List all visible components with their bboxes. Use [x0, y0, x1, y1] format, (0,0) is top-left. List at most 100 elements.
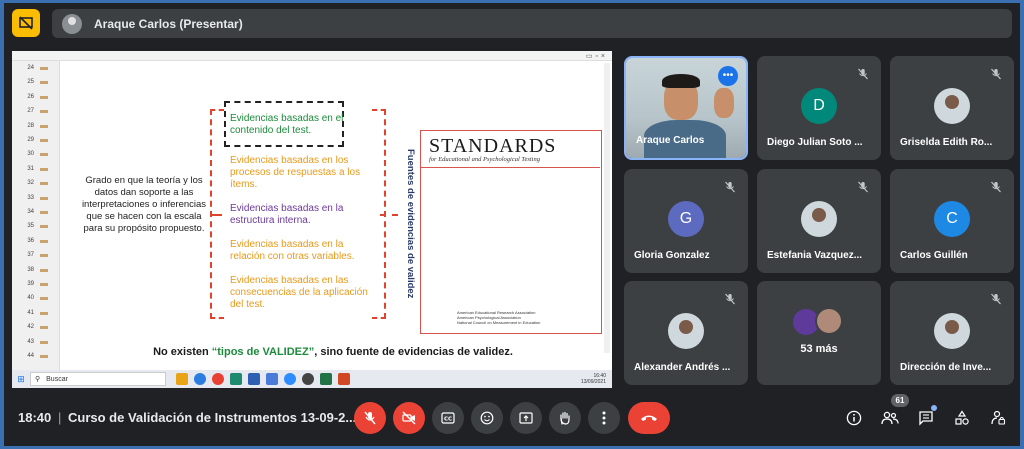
participant-tile[interactable]: G Gloria Gonzalez	[624, 169, 748, 273]
present-off-icon	[19, 16, 33, 30]
host-controls-button[interactable]	[986, 406, 1010, 430]
slide-thumbnail-number[interactable]: 41	[14, 310, 34, 316]
shared-window-titlebar: ▭▫×	[12, 51, 612, 61]
slide-thumbnail[interactable]	[40, 355, 48, 358]
powerpoint-icon[interactable]	[338, 373, 350, 385]
slide-thumbnails: 24 25 26 27 28 29 30 31 32 33 34 35 36 37 38 39 40 41 42 43…	[12, 61, 60, 370]
slide-thumbnail[interactable]	[40, 95, 48, 99]
raise-hand-button[interactable]	[549, 402, 581, 434]
camera-toggle-button[interactable]	[393, 402, 425, 434]
slide-thumbnail-number[interactable]: 30	[14, 151, 34, 157]
slide-thumbnail[interactable]	[40, 67, 48, 70]
meeting-details-button[interactable]	[842, 406, 866, 430]
windows-start-icon[interactable]: ⊞	[12, 370, 30, 388]
slide-thumbnail[interactable]	[40, 110, 48, 114]
tile-more-options-icon[interactable]: •••	[718, 66, 738, 86]
participant-tile[interactable]: Dirección de Inve...	[890, 281, 1014, 385]
taskbar-search[interactable]: ⚲ Buscar	[30, 372, 166, 386]
slide-thumbnail-number[interactable]: 35	[14, 223, 34, 229]
file-explorer-icon[interactable]	[176, 373, 188, 385]
avatar-initial: C	[934, 201, 970, 237]
presenter-avatar	[62, 13, 82, 34]
zoom-icon[interactable]	[284, 373, 296, 385]
present-button[interactable]	[510, 402, 542, 434]
more-avatars	[793, 307, 847, 335]
slide-thumbnail-number[interactable]: 36	[14, 238, 34, 244]
mic-toggle-button[interactable]	[354, 402, 386, 434]
evidence-item: Evidencias basadas en la relación con ot…	[230, 239, 355, 262]
slide-thumbnail-number[interactable]: 40	[14, 295, 34, 301]
captions-button[interactable]: CC	[432, 402, 464, 434]
slide-thumbnail[interactable]	[40, 139, 48, 142]
more-participants-tile[interactable]: 53 más	[757, 281, 881, 385]
more-options-button[interactable]	[588, 402, 620, 434]
slide-thumbnail-number[interactable]: 31	[14, 166, 34, 172]
app-icon[interactable]	[266, 373, 278, 385]
slide-thumbnail[interactable]	[40, 124, 48, 128]
slide-thumbnail[interactable]	[40, 153, 48, 157]
slide-scrollbar[interactable]	[604, 63, 610, 353]
slide-thumbnail-number[interactable]: 39	[14, 281, 34, 287]
conclusion-suffix: , sino fuente de evidencias de validez.	[314, 346, 513, 358]
slide-thumbnail[interactable]	[40, 268, 48, 272]
mic-off-icon	[722, 291, 738, 307]
chrome-icon[interactable]	[212, 373, 224, 385]
slide-thumbnail[interactable]	[40, 297, 48, 301]
slide-thumbnail-number[interactable]: 25	[14, 79, 34, 85]
slide-thumbnail-number[interactable]: 42	[14, 324, 34, 330]
slide-thumbnail[interactable]	[40, 182, 48, 186]
window-border-top	[0, 0, 1024, 3]
stop-presenting-button[interactable]	[12, 9, 40, 37]
slide-thumbnail[interactable]	[40, 283, 48, 286]
slide-thumbnail[interactable]	[40, 340, 48, 344]
slide-thumbnail-number[interactable]: 43	[14, 339, 34, 345]
slide-thumbnail[interactable]	[40, 167, 48, 171]
app-icon[interactable]	[302, 373, 314, 385]
avatar	[934, 88, 970, 124]
reactions-button[interactable]	[471, 402, 503, 434]
mic-off-icon	[988, 291, 1004, 307]
participant-tile[interactable]: Alexander Andrés ...	[624, 281, 748, 385]
participant-tile[interactable]: D Diego Julian Soto ...	[757, 56, 881, 160]
edge-icon[interactable]	[194, 373, 206, 385]
slide-thumbnail[interactable]	[40, 254, 48, 258]
app-icon[interactable]	[230, 373, 242, 385]
slide-thumbnail-number[interactable]: 37	[14, 252, 34, 258]
excel-icon[interactable]	[320, 373, 332, 385]
participant-name: Griselda Edith Ro...	[900, 137, 993, 148]
mic-off-icon	[855, 179, 871, 195]
slide-thumbnail[interactable]	[40, 81, 48, 85]
participant-tile[interactable]: Griselda Edith Ro...	[890, 56, 1014, 160]
captions-icon: CC	[441, 412, 455, 424]
slide-thumbnail[interactable]	[40, 211, 48, 214]
slide-thumbnail[interactable]	[40, 326, 48, 330]
slide-thumbnail-number[interactable]: 29	[14, 137, 34, 143]
avatar	[815, 307, 843, 335]
word-icon[interactable]	[248, 373, 260, 385]
slide-thumbnail-number[interactable]: 38	[14, 267, 34, 273]
more-vert-icon	[602, 411, 606, 425]
participant-tile[interactable]: ••• Araque Carlos	[624, 56, 748, 160]
hangup-icon	[641, 415, 657, 421]
slide-thumbnail-number[interactable]: 28	[14, 123, 34, 129]
slide-thumbnail[interactable]	[40, 311, 48, 315]
emoji-icon	[480, 411, 494, 425]
meeting-title: Curso de Validación de Instrumentos 13-0…	[68, 410, 357, 425]
taskbar-apps	[176, 373, 350, 385]
participant-tile[interactable]: Estefania Vazquez...	[757, 169, 881, 273]
slide-thumbnail-number[interactable]: 24	[14, 65, 34, 71]
slide-thumbnail-number[interactable]: 32	[14, 180, 34, 186]
slide-thumbnail-number[interactable]: 44	[14, 353, 34, 359]
people-button[interactable]	[878, 406, 902, 430]
slide-thumbnail-number[interactable]: 34	[14, 209, 34, 215]
participant-tile[interactable]: C Carlos Guillén	[890, 169, 1014, 273]
slide-thumbnail[interactable]	[40, 239, 48, 243]
slide-thumbnail-number[interactable]: 26	[14, 94, 34, 100]
avatar	[801, 201, 837, 237]
slide-thumbnail[interactable]	[40, 196, 48, 200]
slide-thumbnail-number[interactable]: 33	[14, 195, 34, 201]
slide-thumbnail[interactable]	[40, 225, 48, 229]
activities-button[interactable]	[950, 406, 974, 430]
leave-call-button[interactable]	[628, 402, 670, 434]
slide-thumbnail-number[interactable]: 27	[14, 108, 34, 114]
